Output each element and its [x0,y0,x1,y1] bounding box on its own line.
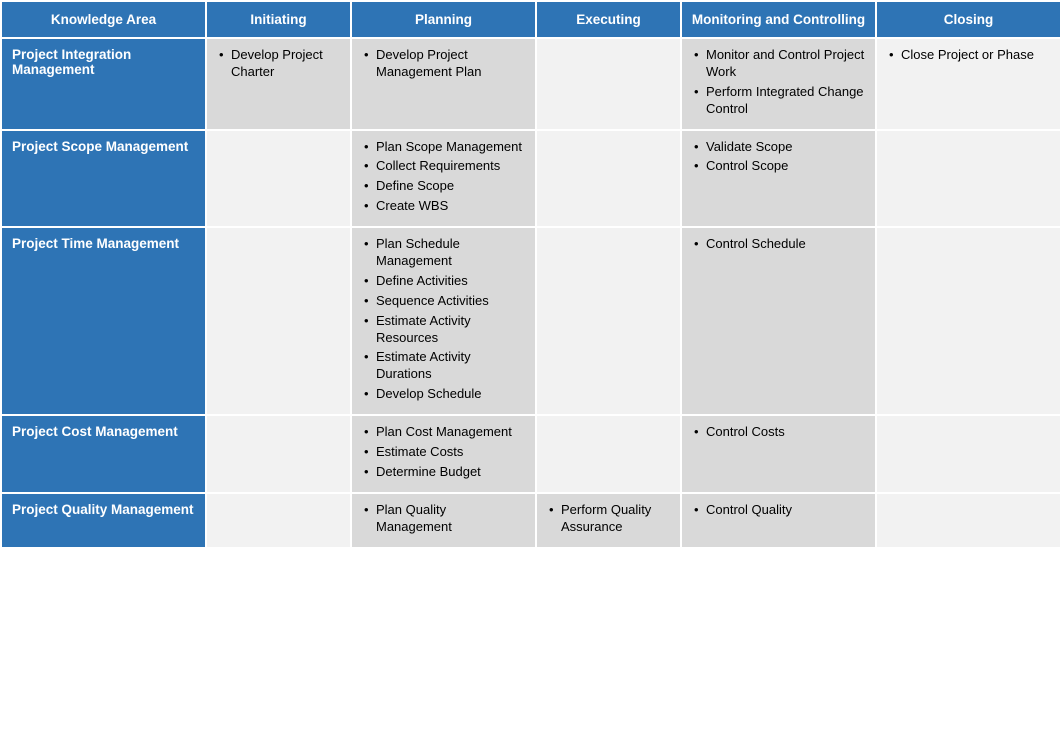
executing-cell [536,227,681,415]
knowledge-area-cell: Project Integration Management [1,38,206,130]
list-item: Control Scope [692,158,865,175]
list-item: Determine Budget [362,464,525,481]
monitoring-cell: Control Quality [681,493,876,548]
closing-cell [876,227,1060,415]
list-item: Perform Integrated Change Control [692,84,865,118]
list-item: Estimate Costs [362,444,525,461]
table-row: Project Integration Management Develop Pr… [1,38,1060,130]
list-item: Collect Requirements [362,158,525,175]
list-item: Control Costs [692,424,865,441]
list-item: Estimate Activity Durations [362,349,525,383]
table-row: Project Scope Management Plan Scope Manag… [1,130,1060,228]
header-planning: Planning [351,1,536,38]
table-row: Project Quality Management Plan Quality M… [1,493,1060,548]
list-item: Control Quality [692,502,865,519]
pmbok-table: Knowledge Area Initiating Planning Execu… [0,0,1060,549]
planning-cell: Plan Quality Management [351,493,536,548]
initiating-cell [206,493,351,548]
list-item: Plan Quality Management [362,502,525,536]
knowledge-area-cell: Project Quality Management [1,493,206,548]
monitoring-cell: Control Schedule [681,227,876,415]
header-executing: Executing [536,1,681,38]
list-item: Estimate Activity Resources [362,313,525,347]
header-closing: Closing [876,1,1060,38]
header-initiating: Initiating [206,1,351,38]
executing-cell [536,415,681,493]
table-row: Project Time Management Plan Schedule Man… [1,227,1060,415]
executing-cell [536,130,681,228]
list-item: Create WBS [362,198,525,215]
table-row: Project Cost Management Plan Cost Managem… [1,415,1060,493]
monitoring-cell: Control Costs [681,415,876,493]
list-item: Plan Cost Management [362,424,525,441]
closing-cell: Close Project or Phase [876,38,1060,130]
list-item: Develop Project Management Plan [362,47,525,81]
executing-cell: Perform Quality Assurance [536,493,681,548]
list-item: Perform Quality Assurance [547,502,670,536]
closing-cell [876,493,1060,548]
planning-cell: Plan Schedule Management Define Activitie… [351,227,536,415]
initiating-cell [206,227,351,415]
list-item: Define Scope [362,178,525,195]
list-item: Monitor and Control Project Work [692,47,865,81]
planning-cell: Plan Scope Management Collect Requirement… [351,130,536,228]
header-monitoring: Monitoring and Controlling [681,1,876,38]
monitoring-cell: Monitor and Control Project WorkPerform … [681,38,876,130]
closing-cell [876,415,1060,493]
monitoring-cell: Validate Scope Control Scope [681,130,876,228]
knowledge-area-cell: Project Cost Management [1,415,206,493]
initiating-cell: Develop Project Charter [206,38,351,130]
planning-cell: Plan Cost Management Estimate Costs Determ… [351,415,536,493]
initiating-cell [206,130,351,228]
list-item: Validate Scope [692,139,865,156]
knowledge-area-cell: Project Time Management [1,227,206,415]
planning-cell: Develop Project Management Plan [351,38,536,130]
list-item: Develop Project Charter [217,47,340,81]
list-item: Develop Schedule [362,386,525,403]
closing-cell [876,130,1060,228]
knowledge-area-cell: Project Scope Management [1,130,206,228]
initiating-cell [206,415,351,493]
list-item: Plan Scope Management [362,139,525,156]
header-knowledge-area: Knowledge Area [1,1,206,38]
list-item: Define Activities [362,273,525,290]
list-item: Plan Schedule Management [362,236,525,270]
list-item: Close Project or Phase [887,47,1050,64]
executing-cell [536,38,681,130]
list-item: Sequence Activities [362,293,525,310]
list-item: Control Schedule [692,236,865,253]
